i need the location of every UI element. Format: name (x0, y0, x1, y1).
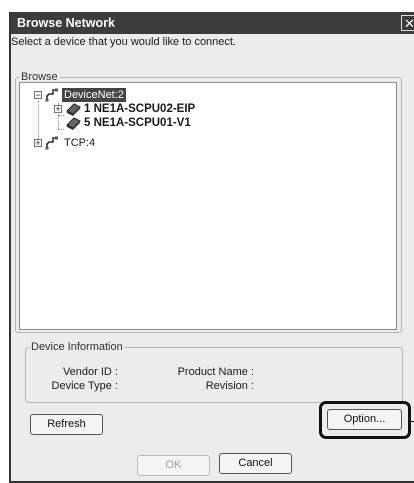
revision-label: Revision : (205, 380, 254, 392)
ok-button[interactable]: OK (137, 455, 210, 476)
option-button[interactable]: Option... (327, 409, 402, 430)
network-icon (45, 136, 58, 150)
expand-icon[interactable]: + (34, 139, 42, 148)
ok-button-label: OK (165, 459, 182, 471)
product-name-label: Product Name : (177, 366, 254, 378)
cancel-button-label: Cancel (238, 457, 273, 469)
network-icon (45, 88, 58, 102)
tree-node-device-5[interactable]: 5 NE1A-SCPU01-V1 (20, 116, 240, 130)
vendor-id-label: Vendor ID : (62, 366, 118, 378)
dialog-title: Browse Network (17, 16, 115, 30)
tree-node-label: 1 NE1A-SCPU02-EIP (84, 103, 196, 115)
device-information-label: Device Information (29, 341, 125, 354)
close-icon[interactable]: ✕ (401, 15, 414, 31)
tree-node-tcp[interactable]: + TCP:4 (20, 136, 220, 150)
refresh-button[interactable]: Refresh (30, 414, 103, 435)
refresh-button-label: Refresh (47, 418, 86, 430)
instruction-text: Select a device that you would like to c… (11, 36, 237, 48)
tree-node-label: DeviceNet:2 (62, 88, 126, 102)
cancel-button[interactable]: Cancel (219, 453, 292, 474)
tree-node-devicenet[interactable]: − DeviceNet:2 (20, 88, 220, 102)
tree-node-label: TCP:4 (64, 137, 96, 149)
device-icon (66, 103, 81, 116)
network-tree[interactable]: − DeviceNet:2 + 1 NE1A-SCPU02-EIP 5 NE1A… (19, 82, 397, 330)
expand-icon[interactable]: + (54, 105, 62, 114)
device-type-label: Device Type : (51, 380, 118, 392)
tree-node-label: 5 NE1A-SCPU01-V1 (84, 117, 191, 129)
dialog-titlebar: Browse Network (11, 12, 414, 34)
device-icon (66, 117, 81, 130)
collapse-icon[interactable]: − (34, 91, 42, 100)
tree-node-device-1[interactable]: + 1 NE1A-SCPU02-EIP (20, 102, 240, 116)
option-button-label: Option... (343, 413, 386, 425)
